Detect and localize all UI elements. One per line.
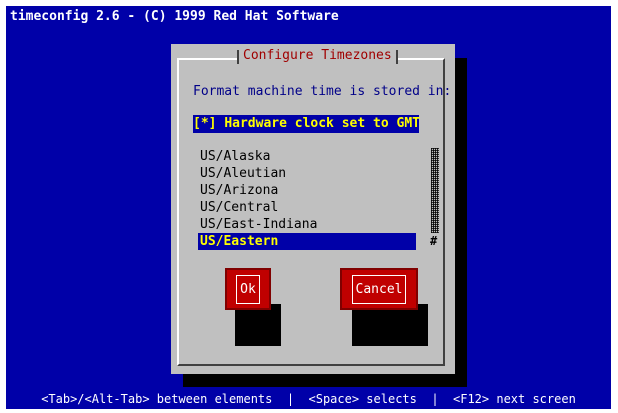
timezone-list[interactable]: US/Alaska US/Aleutian US/Arizona US/Cent… xyxy=(198,148,419,250)
list-item[interactable]: US/Aleutian xyxy=(198,165,419,182)
dialog-title: Configure Timezones xyxy=(237,48,398,64)
list-item-selected[interactable]: US/Eastern xyxy=(198,233,416,250)
cancel-button-shadow xyxy=(352,304,428,346)
time-format-prompt: Format machine time is stored in: xyxy=(193,84,452,99)
terminal-screen: timeconfig 2.6 - (C) 1999 Red Hat Softwa… xyxy=(6,6,611,409)
scrollbar-thumb[interactable]: # xyxy=(430,234,437,248)
cancel-button[interactable]: Cancel xyxy=(340,268,418,310)
list-item[interactable]: US/Alaska xyxy=(198,148,419,165)
gmt-checkbox[interactable]: [*] Hardware clock set to GMT xyxy=(193,115,420,133)
ok-button-label: Ok xyxy=(236,274,260,304)
ok-button[interactable]: Ok xyxy=(225,268,271,310)
list-item[interactable]: US/East-Indiana xyxy=(198,216,419,233)
list-item[interactable]: US/Central xyxy=(198,199,419,216)
cancel-button-label: Cancel xyxy=(351,274,407,304)
timezone-dialog: Configure Timezones Format machine time … xyxy=(171,44,455,374)
checkbox-label: Hardware clock set to GMT xyxy=(224,116,420,131)
checkbox-mark[interactable]: [*] xyxy=(193,116,216,131)
status-bar: <Tab>/<Alt-Tab> between elements | <Spac… xyxy=(41,392,576,406)
window-title: timeconfig 2.6 - (C) 1999 Red Hat Softwa… xyxy=(10,9,339,24)
ok-button-shadow xyxy=(235,304,281,346)
list-item[interactable]: US/Arizona xyxy=(198,182,419,199)
list-scrollbar[interactable] xyxy=(431,148,439,233)
